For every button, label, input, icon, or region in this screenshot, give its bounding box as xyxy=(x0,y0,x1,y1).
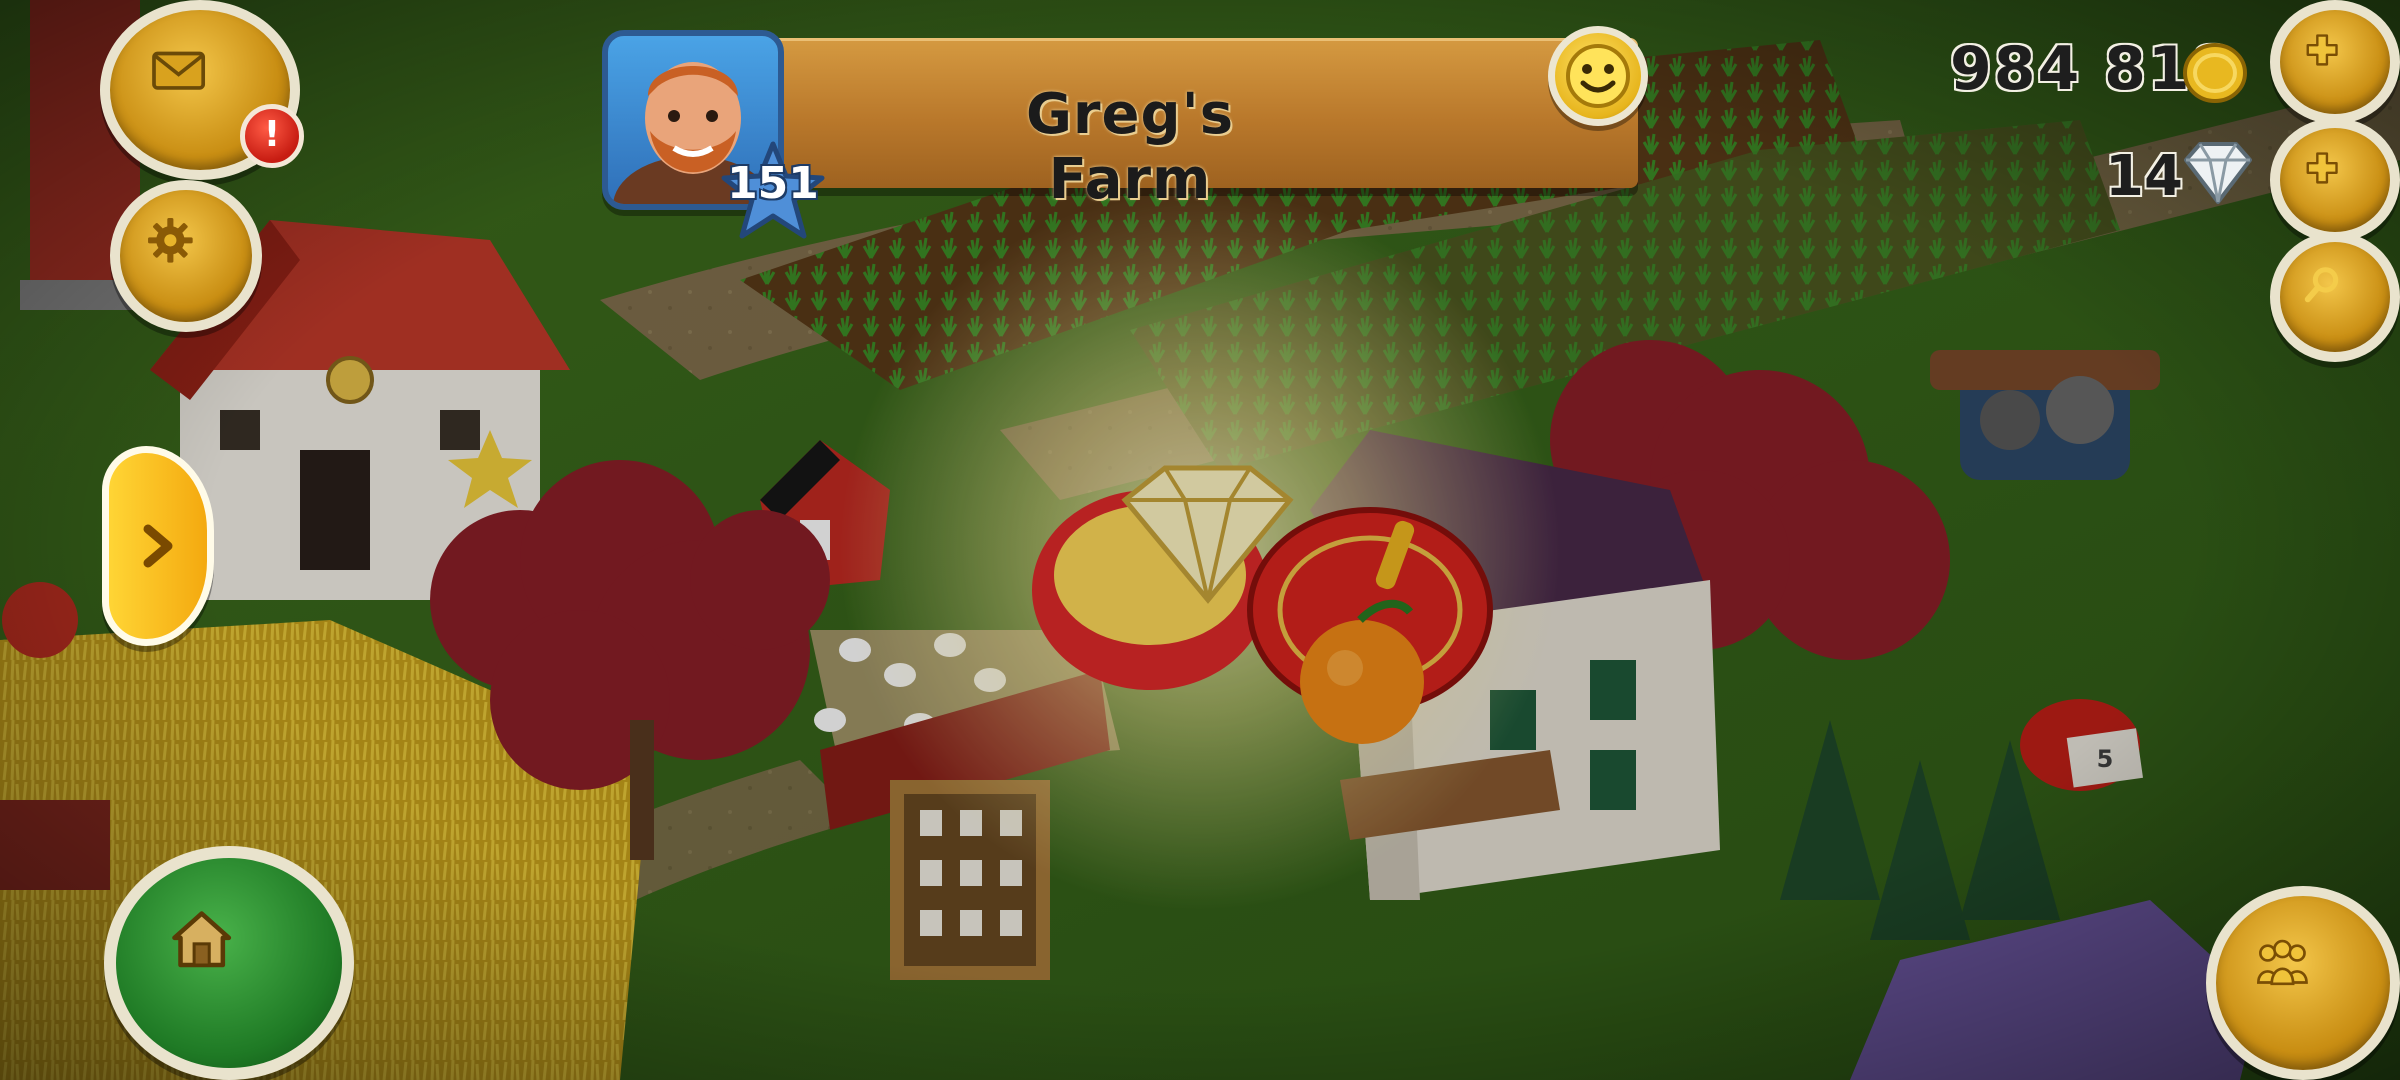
friends-icon xyxy=(2249,929,2357,1037)
add-coins-button[interactable] xyxy=(2270,0,2400,124)
chevron-right-icon xyxy=(138,521,178,571)
coin-icon xyxy=(2183,43,2247,103)
diamonds-count: 14 xyxy=(2105,144,2183,209)
settings-button[interactable] xyxy=(110,180,262,332)
mail-icon xyxy=(144,40,256,139)
lucky-wheel-sign-number: 5 xyxy=(2096,745,2114,773)
mail-notification-badge: ! xyxy=(240,104,304,168)
home-button[interactable] xyxy=(104,846,354,1080)
home-icon xyxy=(161,900,297,1026)
plus-icon xyxy=(2301,148,2369,212)
friends-button[interactable] xyxy=(2206,886,2400,1080)
search-button[interactable] xyxy=(2270,232,2400,362)
add-diamonds-button[interactable] xyxy=(2270,118,2400,242)
gear-icon xyxy=(145,215,227,297)
diamond-icon xyxy=(2184,142,2252,204)
magnifier-icon xyxy=(2301,263,2369,331)
smiley-icon xyxy=(1565,43,1631,109)
expand-panel-button[interactable] xyxy=(102,446,214,646)
smiley-button[interactable] xyxy=(1548,26,1648,126)
plus-icon xyxy=(2301,30,2369,94)
player-level: 151 xyxy=(727,158,819,209)
farm-name: Greg's Farm xyxy=(1025,82,1235,212)
